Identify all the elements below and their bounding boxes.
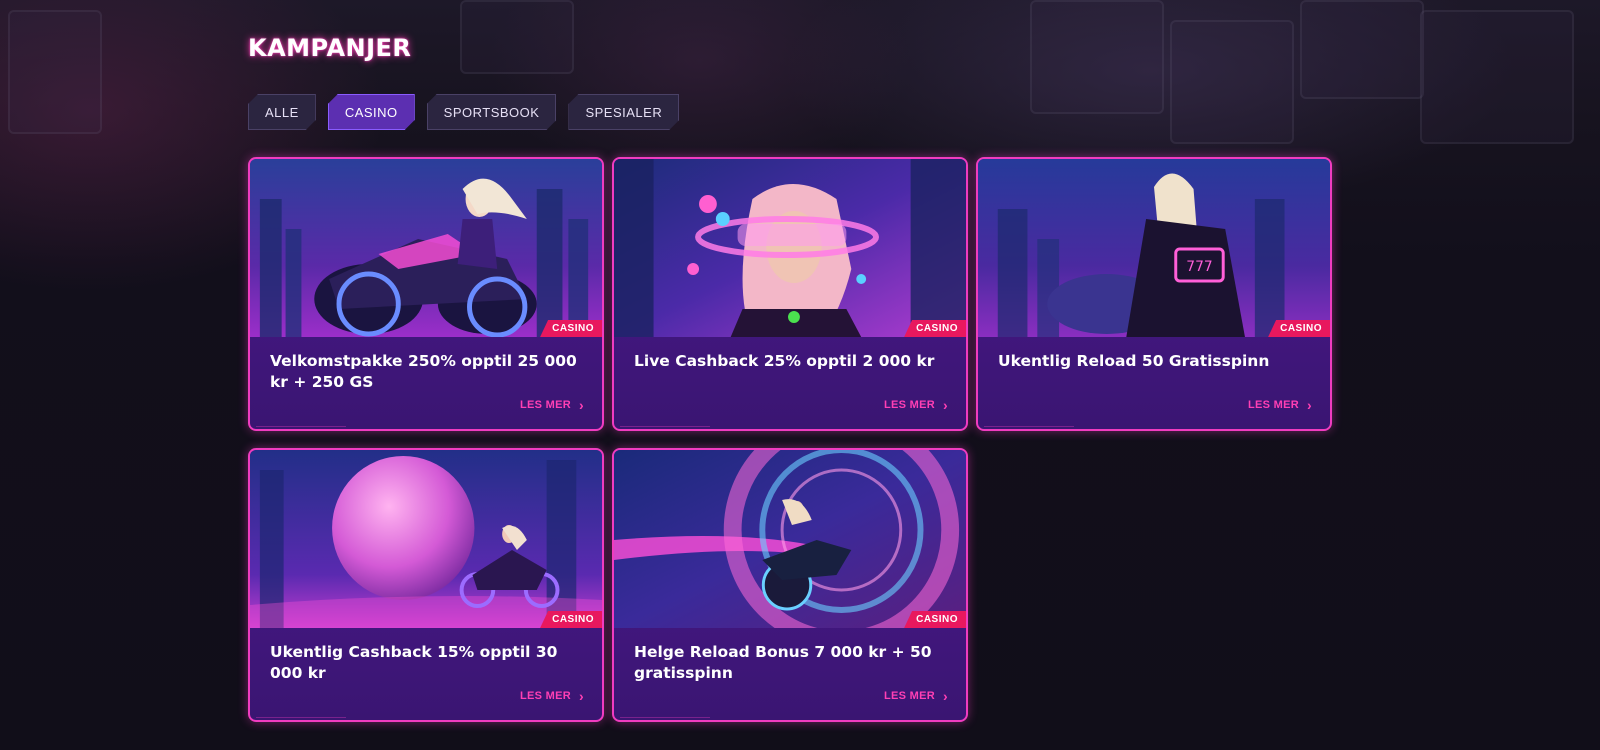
promo-image-motorcycle-rider-city xyxy=(250,159,602,337)
promo-card-weekly-cashback[interactable]: CASINO Ukentlig Cashback 15% opptil 30 0… xyxy=(248,448,604,722)
read-more-link[interactable]: LES MER › xyxy=(1248,397,1312,413)
tab-sportsbook[interactable]: SPORTSBOOK xyxy=(427,94,557,130)
category-badge: CASINO xyxy=(1268,320,1330,337)
promo-title: Velkomstpakke 250% opptil 25 000 kr + 25… xyxy=(270,352,577,391)
promo-title: Helge Reload Bonus 7 000 kr + 50 gratiss… xyxy=(634,643,932,682)
promo-image-motorcycle-neon-tunnel xyxy=(614,450,966,628)
promo-card-live-cashback[interactable]: CASINO Live Cashback 25% opptil 2 000 kr… xyxy=(612,157,968,431)
tab-spesialer[interactable]: SPESIALER xyxy=(568,94,679,130)
svg-text:777: 777 xyxy=(1186,259,1212,275)
card-corner-line xyxy=(620,426,710,427)
read-more-link[interactable]: LES MER › xyxy=(884,397,948,413)
read-more-link[interactable]: LES MER › xyxy=(884,688,948,704)
category-badge: CASINO xyxy=(540,611,602,628)
tab-alle[interactable]: ALLE xyxy=(248,94,316,130)
promo-image-woman-leather-jacket: 777 xyxy=(978,159,1330,337)
read-more-label: LES MER xyxy=(520,690,572,702)
promo-card-weekend-reload[interactable]: CASINO Helge Reload Bonus 7 000 kr + 50 … xyxy=(612,448,968,722)
read-more-label: LES MER xyxy=(520,399,572,411)
category-badge: CASINO xyxy=(904,320,966,337)
promotions-grid: CASINO Velkomstpakke 250% opptil 25 000 … xyxy=(248,157,1350,727)
category-badge: CASINO xyxy=(904,611,966,628)
read-more-label: LES MER xyxy=(1248,399,1300,411)
read-more-link[interactable]: LES MER › xyxy=(520,397,584,413)
card-corner-line xyxy=(256,426,346,427)
tab-casino[interactable]: CASINO xyxy=(328,94,415,130)
promo-image-woman-visor-slots xyxy=(614,159,966,337)
card-corner-line xyxy=(984,426,1074,427)
category-tabs: ALLE CASINO SPORTSBOOK SPESIALER xyxy=(248,94,679,130)
chevron-right-icon: › xyxy=(1307,397,1312,413)
promo-card-welcome[interactable]: CASINO Velkomstpakke 250% opptil 25 000 … xyxy=(248,157,604,431)
page-title: KAMPANJER xyxy=(248,34,412,62)
read-more-label: LES MER xyxy=(884,690,936,702)
category-badge: CASINO xyxy=(540,320,602,337)
chevron-right-icon: › xyxy=(579,688,584,704)
chevron-right-icon: › xyxy=(943,397,948,413)
promo-title: Live Cashback 25% opptil 2 000 kr xyxy=(634,352,935,370)
promo-title: Ukentlig Cashback 15% opptil 30 000 kr xyxy=(270,643,558,682)
promo-title: Ukentlig Reload 50 Gratisspinn xyxy=(998,352,1270,370)
promo-image-pink-sphere-motorcycle xyxy=(250,450,602,628)
chevron-right-icon: › xyxy=(579,397,584,413)
promo-card-weekly-reload[interactable]: 777 CASINO Ukentlig Reload 50 Gratisspin… xyxy=(976,157,1332,431)
card-corner-line xyxy=(620,717,710,718)
card-corner-line xyxy=(256,717,346,718)
read-more-link[interactable]: LES MER › xyxy=(520,688,584,704)
read-more-label: LES MER xyxy=(884,399,936,411)
chevron-right-icon: › xyxy=(943,688,948,704)
